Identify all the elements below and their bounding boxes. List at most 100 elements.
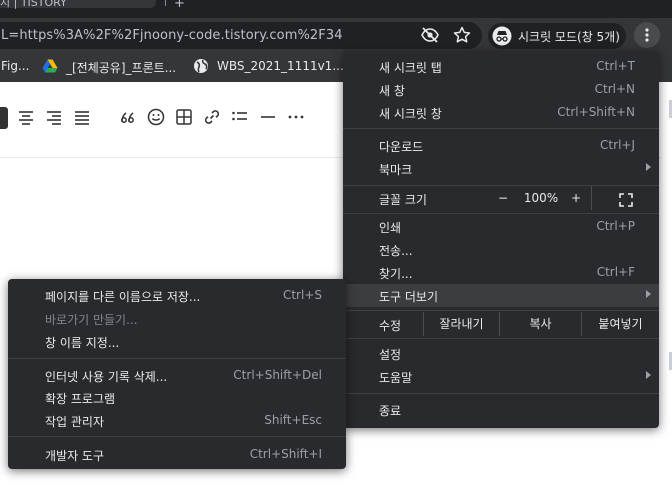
globe-icon <box>193 58 209 74</box>
chrome-main-menu: 새 시크릿 탭 Ctrl+T 새 창 Ctrl+N 새 시크릿 창 Ctrl+S… <box>343 51 659 428</box>
menu-more-tools[interactable]: 도구 더보기 <box>343 284 659 307</box>
menu-item-label: 바로가기 만들기... <box>45 313 138 327</box>
menu-item-shortcut: Shift+Esc <box>264 413 322 427</box>
menu-separator <box>343 393 659 394</box>
paste-button[interactable]: 붙여넣기 <box>581 312 659 336</box>
align-left-icon[interactable] <box>0 107 8 129</box>
menu-save-page-as[interactable]: 페이지를 다른 이름으로 저장... Ctrl+S <box>8 284 346 307</box>
horizontal-rule-icon[interactable] <box>258 107 278 127</box>
bookmark-figma[interactable]: Fig... <box>1 59 29 73</box>
align-right-icon[interactable] <box>44 107 64 127</box>
menu-task-manager[interactable]: 작업 관리자 Shift+Esc <box>8 409 346 432</box>
menu-edit-row: 수정 잘라내기 복사 붙여넣기 <box>343 312 659 336</box>
menu-item-label: 북마크 <box>379 163 413 177</box>
menu-item-shortcut: Ctrl+J <box>600 138 635 152</box>
menu-separator <box>8 436 346 437</box>
menu-item-label: 인쇄 <box>379 221 402 235</box>
menu-item-shortcut: Ctrl+T <box>596 59 635 73</box>
menu-item-label: 찾기... <box>379 267 413 281</box>
zoom-label: 글꼴 크기 <box>379 193 427 207</box>
bookmark-frontend-share[interactable]: _[전체공유]_프론트... <box>66 59 176 76</box>
menu-extensions[interactable]: 확장 프로그램 <box>8 386 346 409</box>
menu-item-label: 개발자 도구 <box>45 449 105 463</box>
menu-item-label: 인터넷 사용 기록 삭제... <box>45 370 168 384</box>
copy-button[interactable]: 복사 <box>499 312 581 336</box>
more-tools-submenu: 페이지를 다른 이름으로 저장... Ctrl+S 바로가기 만들기... 창 … <box>8 279 346 469</box>
zoom-level: 100% <box>523 191 559 205</box>
more-vert-icon <box>645 28 649 42</box>
link-icon[interactable] <box>202 107 222 127</box>
chrome-menu-button[interactable] <box>634 22 660 48</box>
menu-item-shortcut: Ctrl+N <box>594 82 635 96</box>
align-justify-icon[interactable] <box>72 107 92 127</box>
menu-clear-browsing-data[interactable]: 인터넷 사용 기록 삭제... Ctrl+Shift+Del <box>8 364 346 387</box>
url-text[interactable]: L=https%3A%2F%2Fjnoony-code.tistory.com%… <box>1 28 343 43</box>
menu-bookmarks[interactable]: 북마크 <box>343 157 659 180</box>
menu-new-window[interactable]: 새 창 Ctrl+N <box>343 78 659 101</box>
menu-cast[interactable]: 전송... <box>343 238 659 261</box>
table-icon[interactable] <box>174 107 194 127</box>
menu-item-label: 새 시크릿 탭 <box>379 61 442 75</box>
align-center-icon[interactable] <box>16 107 36 127</box>
emoji-icon[interactable] <box>146 107 166 127</box>
submenu-arrow-icon <box>646 163 651 171</box>
menu-zoom-row: 글꼴 크기 − 100% + <box>343 186 659 210</box>
incognito-label: 시크릿 모드(창 5개) <box>518 30 620 44</box>
menu-item-label: 작업 관리자 <box>45 415 105 429</box>
browser-toolbar: L=https%3A%2F%2Fjnoony-code.tistory.com%… <box>0 18 672 52</box>
menu-help[interactable]: 도움말 <box>343 365 659 388</box>
menu-item-shortcut: Ctrl+S <box>282 288 322 302</box>
submenu-arrow-icon <box>646 371 651 379</box>
page-right-edge <box>662 82 672 488</box>
menu-settings[interactable]: 설정 <box>343 342 659 365</box>
menu-developer-tools[interactable]: 개발자 도구 Ctrl+Shift+I <box>8 443 346 466</box>
fullscreen-icon <box>619 191 633 207</box>
menu-exit[interactable]: 종료 <box>343 398 659 421</box>
more-icon[interactable] <box>286 107 306 127</box>
fullscreen-button[interactable] <box>591 186 659 210</box>
menu-item-shortcut: Ctrl+Shift+N <box>557 105 635 119</box>
tab-strip: 지 | TISTORY + <box>0 0 672 18</box>
menu-separator <box>8 358 346 359</box>
eye-off-icon[interactable] <box>420 25 440 45</box>
menu-find[interactable]: 찾기... Ctrl+F <box>343 261 659 284</box>
tab-title: 지 | TISTORY <box>0 0 67 9</box>
menu-item-label: 도구 더보기 <box>379 290 439 304</box>
menu-item-label: 전송... <box>379 244 413 258</box>
zoom-controls: − 100% + <box>485 186 659 210</box>
menu-item-label: 도움말 <box>379 371 413 385</box>
menu-item-label: 확장 프로그램 <box>45 392 116 406</box>
menu-name-window[interactable]: 창 이름 지정... <box>8 330 346 353</box>
menu-separator <box>343 213 659 214</box>
menu-item-label: 종료 <box>379 404 402 418</box>
edit-label: 수정 <box>379 319 402 333</box>
menu-item-label: 다운로드 <box>379 140 424 154</box>
menu-item-label: 페이지를 다른 이름으로 저장... <box>45 290 201 304</box>
address-bar[interactable]: L=https%3A%2F%2Fjnoony-code.tistory.com%… <box>0 22 482 49</box>
menu-downloads[interactable]: 다운로드 Ctrl+J <box>343 134 659 157</box>
incognito-indicator[interactable]: 시크릿 모드(창 5개) <box>488 23 626 49</box>
cut-button[interactable]: 잘라내기 <box>423 312 499 336</box>
submenu-arrow-icon <box>646 290 651 298</box>
bullet-list-icon[interactable] <box>230 107 250 127</box>
menu-item-shortcut: Ctrl+F <box>596 265 635 279</box>
new-tab-plus-icon[interactable]: + <box>174 0 185 11</box>
menu-new-incognito-tab[interactable]: 새 시크릿 탭 Ctrl+T <box>343 55 659 78</box>
menu-separator <box>343 310 659 311</box>
menu-separator <box>343 338 659 339</box>
bookmark-star-icon[interactable] <box>452 25 472 45</box>
menu-create-shortcut: 바로가기 만들기... <box>8 307 346 330</box>
tab-tistory[interactable]: 지 | TISTORY <box>0 0 156 9</box>
bookmark-wbs[interactable]: WBS_2021_1111v1.... <box>217 59 348 73</box>
menu-item-shortcut: Ctrl+Shift+Del <box>233 368 322 382</box>
menu-item-label: 설정 <box>379 348 402 362</box>
menu-item-label: 창 이름 지정... <box>45 336 120 350</box>
tab-separator <box>165 0 166 6</box>
quote-icon[interactable] <box>118 107 138 127</box>
zoom-in-button[interactable]: + <box>561 186 591 210</box>
menu-print[interactable]: 인쇄 Ctrl+P <box>343 215 659 238</box>
zoom-out-button[interactable]: − <box>485 186 521 210</box>
menu-new-incognito-window[interactable]: 새 시크릿 창 Ctrl+Shift+N <box>343 101 659 124</box>
menu-item-label: 새 시크릿 창 <box>379 107 442 121</box>
menu-item-label: 새 창 <box>379 84 405 98</box>
